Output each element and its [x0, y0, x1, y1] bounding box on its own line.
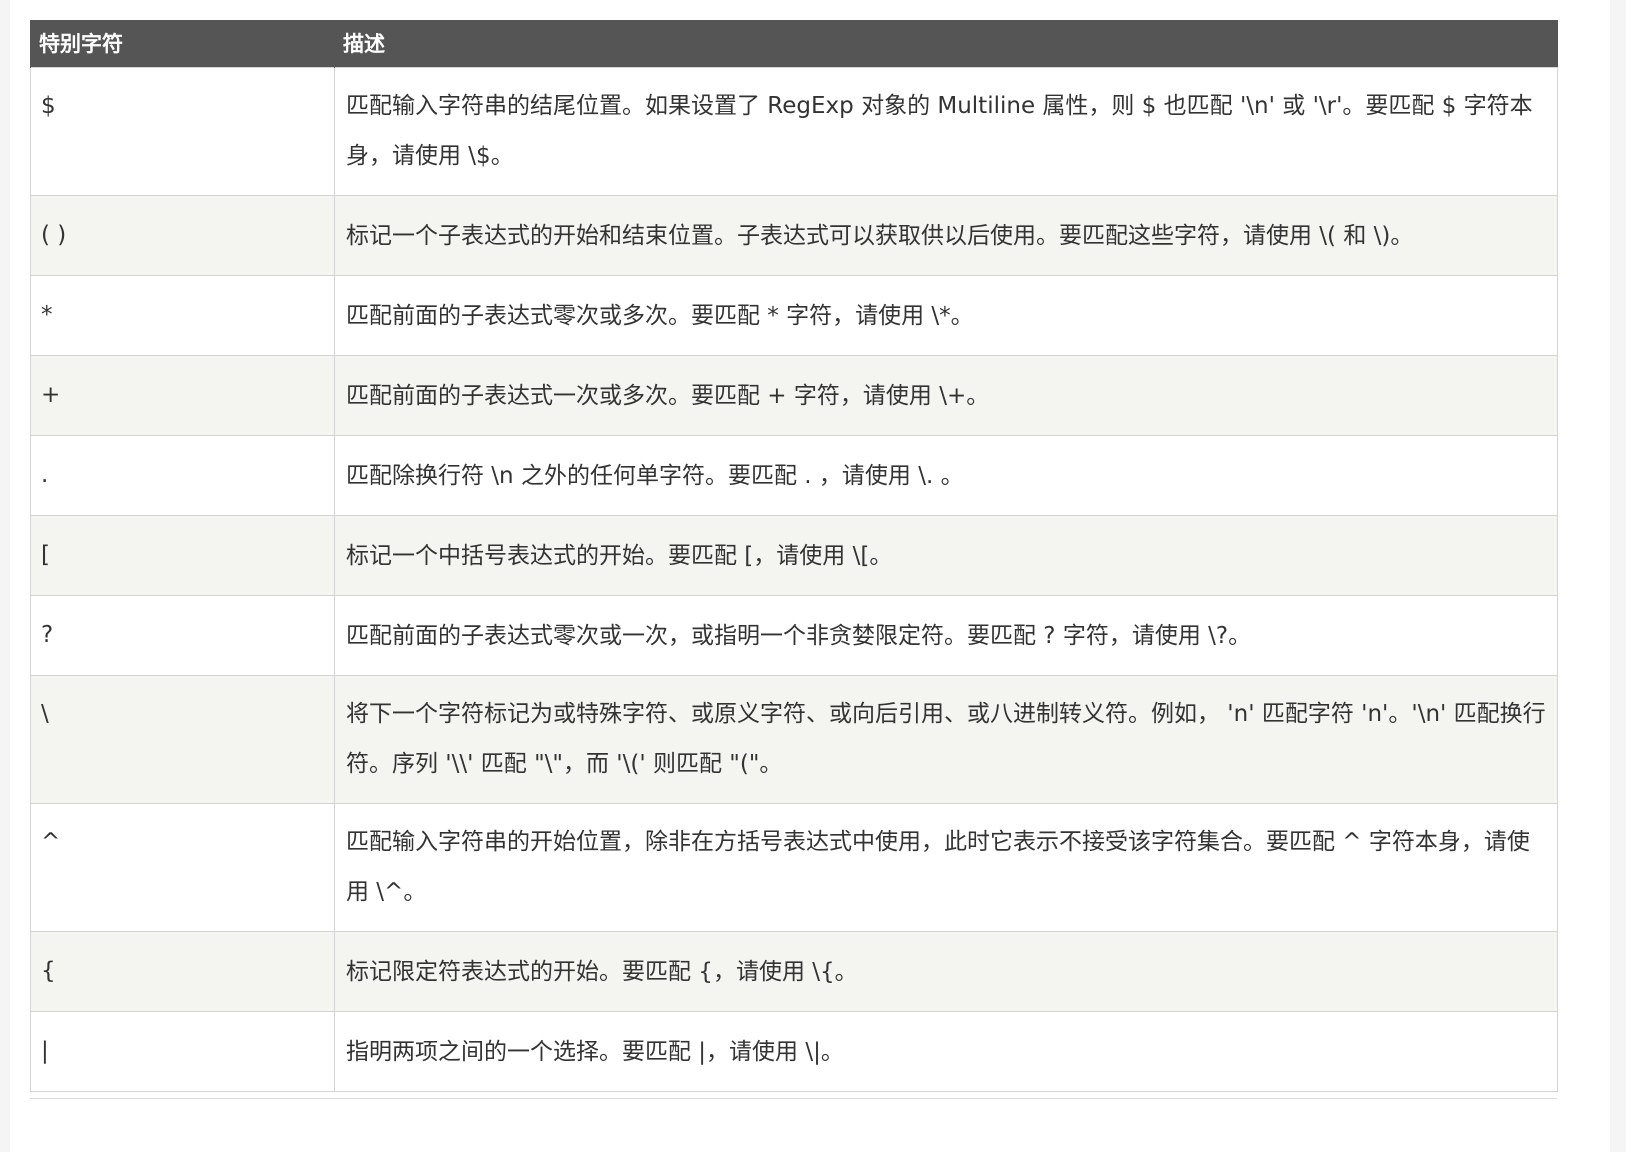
- table-row: * 匹配前面的子表达式零次或多次。要匹配 * 字符，请使用 \*。: [30, 274, 1558, 356]
- row-character: +: [30, 354, 335, 436]
- row-character: *: [30, 274, 335, 356]
- row-character: ^: [30, 802, 335, 932]
- row-character: ( ): [30, 194, 335, 276]
- row-description: 匹配前面的子表达式零次或多次。要匹配 * 字符，请使用 \*。: [334, 274, 1558, 356]
- row-description: 匹配前面的子表达式零次或一次，或指明一个非贪婪限定符。要匹配 ? 字符，请使用 …: [334, 594, 1558, 676]
- row-description: 匹配除换行符 \n 之外的任何单字符。要匹配 . ，请使用 \. 。: [334, 434, 1558, 516]
- header-special-character: 特别字符: [30, 20, 335, 67]
- bottom-divider: [30, 1098, 1557, 1099]
- table-body: $ 匹配输入字符串的结尾位置。如果设置了 RegExp 对象的 Multilin…: [30, 66, 1558, 1092]
- row-description: 标记限定符表达式的开始。要匹配 {，请使用 \{。: [334, 930, 1558, 1012]
- table-row: ( ) 标记一个子表达式的开始和结束位置。子表达式可以获取供以后使用。要匹配这些…: [30, 194, 1558, 276]
- special-characters-table: 特别字符 描述 $ 匹配输入字符串的结尾位置。如果设置了 RegExp 对象的 …: [30, 20, 1558, 1092]
- row-character: [: [30, 514, 335, 596]
- row-description: 匹配前面的子表达式一次或多次。要匹配 + 字符，请使用 \+。: [334, 354, 1558, 436]
- row-character: $: [30, 66, 335, 196]
- table-row: | 指明两项之间的一个选择。要匹配 |，请使用 \|。: [30, 1010, 1558, 1092]
- row-character: {: [30, 930, 335, 1012]
- table-row: . 匹配除换行符 \n 之外的任何单字符。要匹配 . ，请使用 \. 。: [30, 434, 1558, 516]
- row-description: 匹配输入字符串的开始位置，除非在方括号表达式中使用，此时它表示不接受该字符集合。…: [334, 802, 1558, 932]
- row-description: 将下一个字符标记为或特殊字符、或原义字符、或向后引用、或八进制转义符。例如， '…: [334, 674, 1558, 804]
- header-row: 特别字符 描述: [30, 20, 1558, 67]
- table-row: + 匹配前面的子表达式一次或多次。要匹配 + 字符，请使用 \+。: [30, 354, 1558, 436]
- row-description: 标记一个中括号表达式的开始。要匹配 [，请使用 \[。: [334, 514, 1558, 596]
- table-row: $ 匹配输入字符串的结尾位置。如果设置了 RegExp 对象的 Multilin…: [30, 66, 1558, 196]
- header-description: 描述: [334, 20, 1558, 67]
- row-description: 匹配输入字符串的结尾位置。如果设置了 RegExp 对象的 Multiline …: [334, 66, 1558, 196]
- row-character: ?: [30, 594, 335, 676]
- row-description: 指明两项之间的一个选择。要匹配 |，请使用 \|。: [334, 1010, 1558, 1092]
- table-row: \ 将下一个字符标记为或特殊字符、或原义字符、或向后引用、或八进制转义符。例如，…: [30, 674, 1558, 804]
- row-character: .: [30, 434, 335, 516]
- table-header: 特别字符 描述: [30, 20, 1558, 67]
- row-character: \: [30, 674, 335, 804]
- row-description: 标记一个子表达式的开始和结束位置。子表达式可以获取供以后使用。要匹配这些字符，请…: [334, 194, 1558, 276]
- table-row: ? 匹配前面的子表达式零次或一次，或指明一个非贪婪限定符。要匹配 ? 字符，请使…: [30, 594, 1558, 676]
- table-row: ^ 匹配输入字符串的开始位置，除非在方括号表达式中使用，此时它表示不接受该字符集…: [30, 802, 1558, 932]
- table-row: [ 标记一个中括号表达式的开始。要匹配 [，请使用 \[。: [30, 514, 1558, 596]
- row-character: |: [30, 1010, 335, 1092]
- page: 特别字符 描述 $ 匹配输入字符串的结尾位置。如果设置了 RegExp 对象的 …: [10, 0, 1610, 1152]
- table-row: { 标记限定符表达式的开始。要匹配 {，请使用 \{。: [30, 930, 1558, 1012]
